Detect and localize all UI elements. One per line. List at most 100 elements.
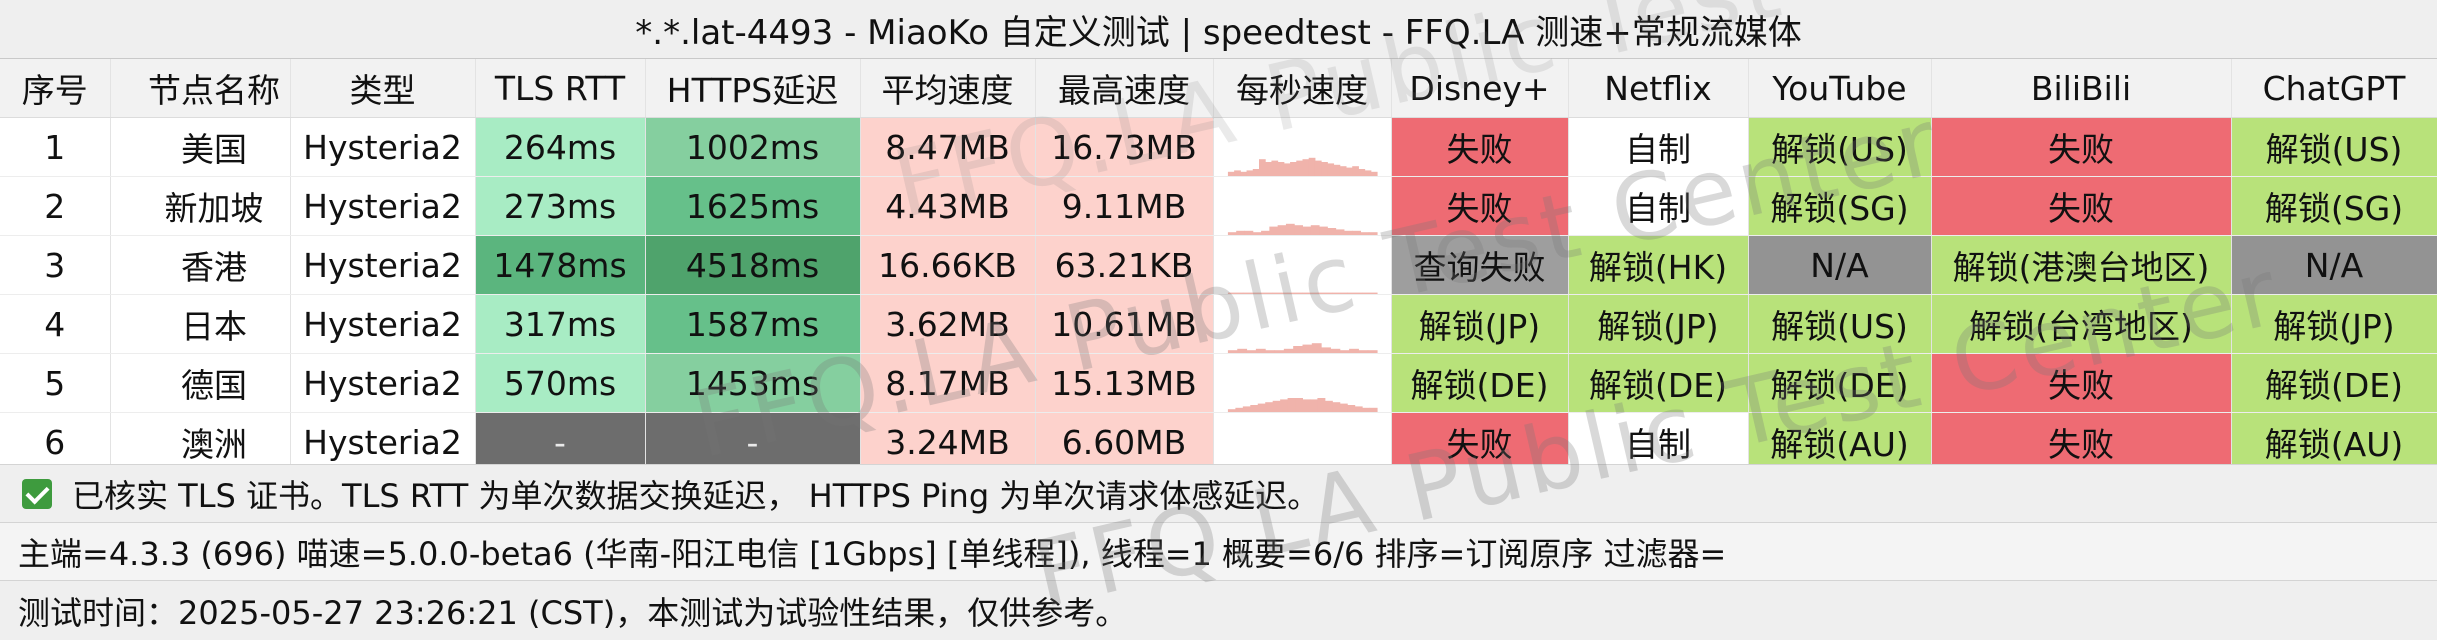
cell-index: 4	[0, 294, 111, 354]
sparkline-bar	[1314, 160, 1322, 176]
sparkline-bar	[1310, 225, 1320, 235]
cell-chatgpt: N/A	[2231, 235, 2437, 295]
sparkline-bar	[1326, 163, 1334, 176]
sparkline-bar	[1242, 406, 1251, 412]
table-row[interactable]: 3 香港 Hysteria2 1478ms 4518ms 16.66KB 63.21KB 查询…	[0, 235, 2437, 295]
sparkline-bar	[1293, 225, 1303, 235]
sparkline-bar	[1264, 350, 1275, 353]
cell-netflix: 解锁(JP)	[1568, 294, 1749, 354]
cell-type: Hysteria2	[290, 176, 476, 236]
sparkline-bar	[1316, 398, 1325, 412]
backend-info: 主端=4.3.3 (696) 喵速=5.0.0-beta6 (华南-阳江电信 […	[18, 534, 1727, 573]
sparkline-bar	[1258, 159, 1266, 176]
header-chatgpt[interactable]: ChatGPT	[2231, 59, 2437, 118]
sparkline-bar	[1335, 229, 1344, 235]
sparkline-bar	[1246, 350, 1256, 353]
sparkline-bar	[1287, 292, 1303, 294]
header-netflix[interactable]: Netflix	[1568, 59, 1749, 118]
cell-type: Hysteria2	[290, 353, 476, 413]
sparkline-bar	[1227, 171, 1235, 176]
cell-bilibili: 解锁(港澳台地区)	[1931, 235, 2232, 295]
cell-https-latency: 1625ms	[645, 176, 861, 236]
results-table: 序号 节点名称 类型 TLS RTT HTTPS延迟 平均速度 最高速度 每秒速…	[0, 59, 2437, 472]
header-per-second-speed[interactable]: 每秒速度	[1213, 59, 1392, 118]
sparkline-bar	[1331, 402, 1340, 412]
cell-avg-speed: 3.62MB	[860, 294, 1036, 354]
table-row[interactable]: 1 美国 Hysteria2 264ms 1002ms 8.47MB 16.73MB 失败 自制…	[0, 117, 2437, 177]
cell-type: Hysteria2	[290, 294, 476, 354]
header-type[interactable]: 类型	[290, 59, 476, 118]
sparkline-bar	[1294, 398, 1303, 412]
sparkline-bar	[1257, 403, 1266, 412]
sparkline-bar	[1264, 162, 1272, 176]
cell-disney: 解锁(DE)	[1391, 353, 1569, 413]
table-row[interactable]: 6 澳洲 Hysteria2- -3.24MB 6.60MB 失败 自制 解锁(AU) 失败 解锁…	[0, 412, 2437, 472]
sparkline-bar	[1339, 403, 1348, 412]
cell-index: 5	[0, 353, 111, 413]
cell-type: Hysteria2	[290, 235, 476, 295]
cell-disney: 查询失败	[1391, 235, 1569, 295]
cell-avg-speed: 8.17MB	[860, 353, 1036, 413]
cell-https-latency: 1453ms	[645, 353, 861, 413]
sparkline-bar	[1370, 171, 1378, 176]
cell-bilibili: 失败	[1931, 353, 2232, 413]
header-disney[interactable]: Disney+	[1391, 59, 1569, 118]
sparkline-bar	[1326, 228, 1336, 235]
cell-bilibili: 失败	[1931, 176, 2232, 236]
cell-tls-rtt: 1478ms	[475, 235, 646, 295]
cell-per-second-speed	[1213, 294, 1392, 354]
cell-youtube: 解锁(SG)	[1748, 176, 1932, 236]
cell-max-speed: 6.60MB	[1035, 412, 1214, 472]
sparkline-bar	[1233, 170, 1241, 176]
sparkline-bar	[1357, 350, 1368, 353]
sparkline-bar	[1345, 167, 1353, 176]
cell-tls-rtt: 570ms	[475, 353, 646, 413]
sparkline-bar	[1324, 400, 1333, 412]
cell-chatgpt: 解锁(AU)	[2231, 412, 2437, 472]
sparkline-bar	[1255, 348, 1266, 353]
sparkline-bar	[1302, 159, 1309, 176]
sparkline-bar	[1364, 170, 1371, 176]
sparkline-bar	[1289, 162, 1297, 176]
cell-tls-rtt: -	[475, 412, 646, 472]
header-avg-speed[interactable]: 平均速度	[860, 59, 1036, 118]
sparkline-bar	[1302, 226, 1311, 235]
sparkline-bar	[1339, 350, 1350, 353]
cell-youtube: N/A	[1748, 235, 1932, 295]
header-youtube[interactable]: YouTube	[1748, 59, 1932, 118]
sparkline-bar	[1333, 164, 1340, 176]
table-row[interactable]: 2 新加坡 Hysteria2 273ms 1625ms 4.43MB 9.11MB 失败 自制…	[0, 176, 2437, 236]
sparkline-bar	[1302, 344, 1312, 353]
header-https-latency[interactable]: HTTPS延迟	[645, 59, 861, 118]
table-row[interactable]: 5 德国 Hysteria2 570ms 1453ms 8.17MB 15.13MB 解锁(D…	[0, 353, 2437, 413]
cell-per-second-speed	[1213, 412, 1392, 472]
header-tls-rtt[interactable]: TLS RTT	[475, 59, 646, 118]
sparkline-bar	[1268, 226, 1278, 235]
cell-avg-speed: 8.47MB	[860, 117, 1036, 177]
sparkline-bar	[1260, 230, 1270, 235]
tls-note-row: 已核实 TLS 证书。TLS RTT 为单次数据交换延迟， HTTPS Ping…	[0, 464, 2437, 522]
sparkline-bar	[1283, 163, 1291, 176]
sparkline-bar	[1320, 162, 1328, 176]
sparkline-bar	[1277, 162, 1284, 176]
cell-youtube: 解锁(AU)	[1748, 412, 1932, 472]
cell-node-name: 新加坡	[110, 176, 291, 236]
cell-https-latency: -	[645, 412, 861, 472]
sparkline-bar	[1242, 292, 1258, 294]
cell-tls-rtt: 317ms	[475, 294, 646, 354]
header-bilibili[interactable]: BiliBili	[1931, 59, 2232, 118]
speed-sparkline	[1227, 223, 1378, 235]
sparkline-bar	[1357, 169, 1365, 176]
cell-index: 2	[0, 176, 111, 236]
sparkline-bar	[1309, 399, 1318, 412]
cell-max-speed: 15.13MB	[1035, 353, 1214, 413]
header-node-name[interactable]: 节点名称	[110, 59, 291, 118]
cell-tls-rtt: 273ms	[475, 176, 646, 236]
header-index[interactable]: 序号	[0, 59, 111, 118]
table-row[interactable]: 4 日本 Hysteria2 317ms 1587ms 3.62MB 10.61MB 解锁(J…	[0, 294, 2437, 354]
header-max-speed[interactable]: 最高速度	[1035, 59, 1214, 118]
sparkline-bar	[1227, 409, 1236, 412]
sparkline-bar	[1243, 230, 1253, 235]
cell-disney: 失败	[1391, 412, 1569, 472]
sparkline-bar	[1331, 292, 1348, 294]
